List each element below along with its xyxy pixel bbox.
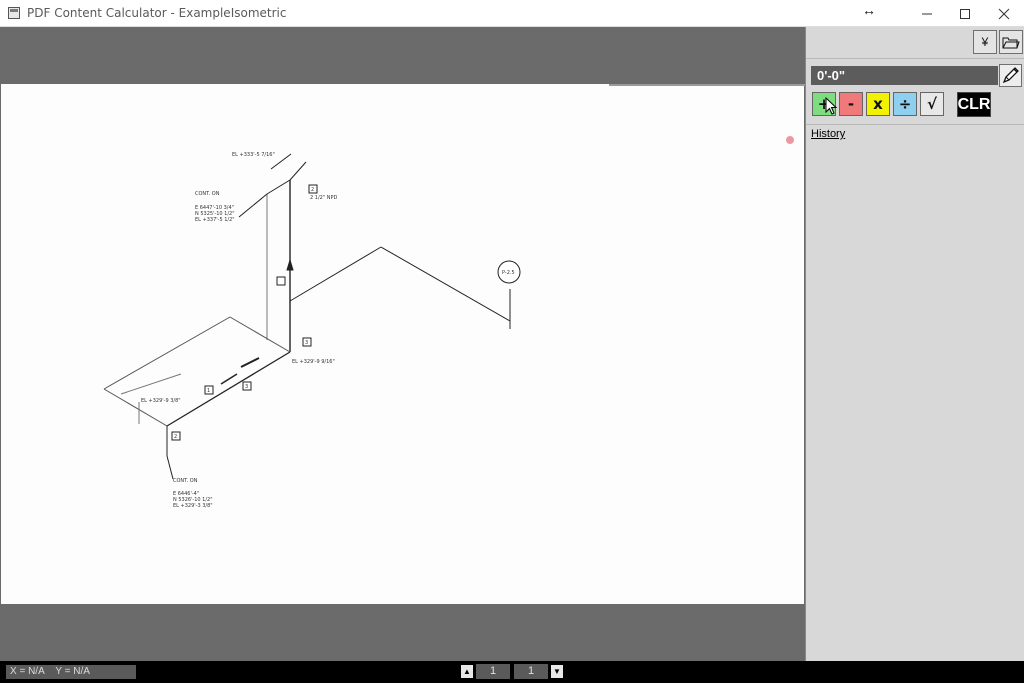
elev-bottom-text: EL +329'-9 3/8" bbox=[141, 398, 181, 404]
up-arrow-icon: ▲ bbox=[463, 667, 471, 676]
tag-2-top: 2 bbox=[311, 187, 314, 193]
pdf-viewer[interactable]: EL +333'-5 7/16" CONT. ON E 6447'-10 3/4… bbox=[0, 27, 805, 661]
tag-3: 3 bbox=[305, 340, 308, 346]
pipe-ref-text: P-2.5 bbox=[502, 270, 515, 276]
subtract-label: - bbox=[847, 95, 855, 113]
title-bar: PDF Content Calculator - ExampleIsometri… bbox=[0, 0, 1024, 27]
clear-button[interactable]: CLR bbox=[957, 92, 991, 117]
currency-button[interactable]: ¥ bbox=[973, 30, 997, 54]
close-icon bbox=[998, 8, 1010, 19]
open-folder-button[interactable] bbox=[999, 30, 1023, 54]
sqrt-button[interactable]: √ bbox=[920, 92, 944, 116]
panel-separator bbox=[806, 124, 1024, 125]
isometric-drawing: EL +333'-5 7/16" CONT. ON E 6447'-10 3/4… bbox=[103, 136, 794, 509]
panel-separator bbox=[806, 58, 1024, 59]
down-arrow-icon: ▼ bbox=[553, 667, 561, 676]
tag-1: 1 bbox=[207, 388, 210, 394]
pencil-icon bbox=[1002, 67, 1019, 84]
minimize-button[interactable] bbox=[907, 0, 947, 27]
edit-button[interactable] bbox=[999, 64, 1022, 87]
size-label: 2 1/2" NPD bbox=[310, 195, 337, 201]
calculator-panel: ¥ 0'-0" + - x ÷ √ CLR History bbox=[805, 27, 1024, 661]
tag-3b: 3 bbox=[245, 384, 248, 390]
total-pages-field: 1 bbox=[514, 664, 548, 679]
tag-box bbox=[276, 276, 286, 286]
minimize-icon bbox=[922, 13, 932, 14]
close-button[interactable] bbox=[984, 0, 1024, 27]
multiply-label: x bbox=[873, 95, 883, 113]
y-coordinate: Y = N/A bbox=[55, 666, 90, 677]
history-link[interactable]: History bbox=[811, 128, 845, 140]
maximize-button[interactable] bbox=[945, 0, 985, 27]
pdf-page[interactable]: EL +333'-5 7/16" CONT. ON E 6447'-10 3/4… bbox=[1, 84, 805, 604]
cont-on-top-text: CONT. ON bbox=[195, 191, 220, 197]
current-page-field[interactable]: 1 bbox=[476, 664, 510, 679]
window-title: PDF Content Calculator - ExampleIsometri… bbox=[27, 6, 287, 20]
coords-bot-3: EL +329'-3 3/8" bbox=[173, 503, 213, 509]
calculator-display[interactable]: 0'-0" bbox=[811, 66, 998, 85]
divide-button[interactable]: ÷ bbox=[893, 92, 917, 116]
elev-top-text: EL +333'-5 7/16" bbox=[232, 152, 275, 158]
prev-page-button[interactable]: ▲ bbox=[461, 665, 473, 678]
tag-2-bottom: 2 bbox=[174, 434, 177, 440]
sqrt-label: √ bbox=[926, 95, 937, 113]
subtract-button[interactable]: - bbox=[839, 92, 863, 116]
coords-top-3: EL +337'-5 1/2" bbox=[195, 217, 235, 223]
mouse-cursor-icon bbox=[825, 97, 838, 115]
status-bar: X = N/A Y = N/A ▲ 1 1 ▼ bbox=[0, 661, 1024, 683]
next-page-button[interactable]: ▼ bbox=[551, 665, 563, 678]
app-icon bbox=[8, 7, 20, 19]
elev-mid-text: EL +329'-9 9/16" bbox=[292, 359, 335, 365]
folder-open-icon bbox=[1002, 37, 1020, 49]
maximize-icon bbox=[960, 8, 970, 19]
coordinate-readout: X = N/A Y = N/A bbox=[6, 665, 136, 679]
currency-label: ¥ bbox=[981, 35, 989, 49]
red-marker-dot bbox=[786, 136, 794, 144]
multiply-button[interactable]: x bbox=[866, 92, 890, 116]
x-coordinate: X = N/A bbox=[10, 666, 45, 677]
resize-cursor-icon: ↔ bbox=[862, 2, 876, 18]
divide-label: ÷ bbox=[898, 95, 912, 113]
cont-on-bottom-text: CONT. ON bbox=[173, 478, 198, 484]
